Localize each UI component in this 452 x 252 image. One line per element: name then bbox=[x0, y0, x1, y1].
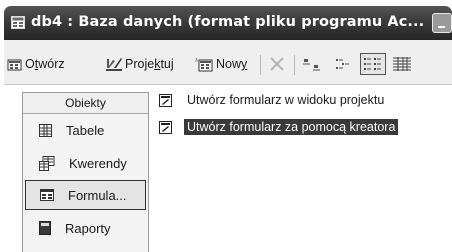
design-icon bbox=[106, 58, 122, 71]
toolbar: Otwórz Projektuj Nowy bbox=[4, 40, 452, 85]
create-form-design-icon bbox=[159, 93, 172, 107]
large-icons-button[interactable] bbox=[302, 53, 326, 75]
query-icon bbox=[39, 155, 55, 171]
create-form-wizard[interactable]: Utwórz formularz za pomocą kreatora bbox=[159, 118, 399, 136]
database-window-icon bbox=[11, 16, 25, 29]
open-button[interactable]: Otwórz bbox=[7, 53, 65, 75]
minimize-button[interactable] bbox=[432, 13, 452, 33]
design-label: Projektuj bbox=[125, 57, 174, 71]
form-icon bbox=[40, 189, 54, 201]
new-label: Nowy bbox=[216, 57, 248, 71]
toolbar-separator bbox=[260, 55, 261, 75]
object-forms[interactable]: Formula... bbox=[25, 180, 146, 210]
object-queries[interactable]: Kwerendy bbox=[25, 148, 146, 178]
title-bar[interactable]: db4 : Baza danych (format pliku programu… bbox=[4, 6, 452, 40]
toolbar-separator bbox=[294, 55, 295, 75]
details-view-icon bbox=[393, 57, 411, 71]
new-icon bbox=[195, 57, 213, 71]
design-button[interactable]: Projektuj bbox=[105, 53, 174, 75]
small-icons-button[interactable] bbox=[334, 53, 354, 75]
list-view-button[interactable] bbox=[360, 53, 388, 75]
create-form-wizard-icon bbox=[159, 120, 172, 134]
open-label: Otwórz bbox=[25, 57, 65, 71]
create-form-design-view[interactable]: Utwórz formularz w widoku projektu bbox=[159, 91, 387, 109]
database-window: db4 : Baza danych (format pliku programu… bbox=[4, 6, 452, 252]
small-icons-icon bbox=[336, 59, 349, 69]
objects-pane: Obiekty Tabele Kwerendy Formula... Rapor… bbox=[22, 92, 149, 252]
table-icon bbox=[39, 123, 52, 137]
object-tables[interactable]: Tabele bbox=[25, 115, 146, 145]
window-title: db4 : Baza danych (format pliku programu… bbox=[31, 14, 425, 30]
open-icon bbox=[7, 59, 22, 70]
details-view-button[interactable] bbox=[392, 53, 414, 75]
objects-header[interactable]: Obiekty bbox=[23, 93, 148, 114]
new-button[interactable]: Nowy bbox=[194, 53, 247, 75]
delete-icon bbox=[270, 57, 284, 71]
list-view-icon bbox=[360, 53, 386, 75]
object-reports[interactable]: Raporty bbox=[25, 213, 146, 243]
large-icons-icon bbox=[303, 59, 320, 71]
delete-button[interactable] bbox=[269, 53, 287, 75]
report-icon bbox=[39, 221, 51, 235]
